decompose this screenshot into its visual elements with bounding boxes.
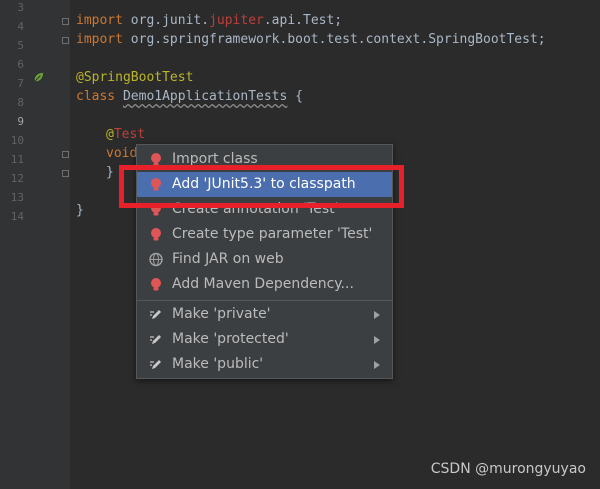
code-line[interactable]: } xyxy=(76,201,84,220)
code-text: } xyxy=(106,165,114,180)
line-number: 14 xyxy=(10,210,24,223)
line-number: 11 xyxy=(10,153,24,166)
class-name: Demo1ApplicationTests xyxy=(122,89,288,104)
menu-item-label: Make 'protected' xyxy=(172,331,289,347)
code-text: org.junit. xyxy=(122,13,210,28)
line-number: 7 xyxy=(17,77,24,90)
keyword: import xyxy=(76,32,123,47)
menu-item-label: Create type parameter 'Test' xyxy=(172,226,373,242)
highlight-box xyxy=(119,165,404,208)
menu-separator xyxy=(137,300,392,301)
menu-item-find-jar[interactable]: Find JAR on web xyxy=(137,247,392,272)
code-text: { xyxy=(287,89,303,104)
pencil-icon xyxy=(150,360,161,369)
code-line[interactable]: import org.junit.jupiter.api.Test; xyxy=(76,11,342,30)
annotation: @SpringBootTest xyxy=(76,70,194,85)
keyword: import xyxy=(76,13,123,28)
code-line[interactable]: import org.springframework.boot.test.con… xyxy=(76,30,546,49)
globe-icon xyxy=(149,252,163,267)
keyword: class xyxy=(76,89,116,104)
menu-item-label: Find JAR on web xyxy=(172,251,284,267)
menu-item-create-type-parameter[interactable]: Create type parameter 'Test' xyxy=(137,222,392,247)
pencil-icon xyxy=(150,310,161,319)
code-line[interactable]: @Test xyxy=(106,125,145,144)
unresolved-symbol: jupiter xyxy=(209,13,264,28)
menu-item-make-private[interactable]: Make 'private' xyxy=(137,302,392,327)
keyword: void xyxy=(106,146,138,161)
line-number: 4 xyxy=(17,20,24,33)
watermark: CSDN @murongyuyao xyxy=(430,461,586,477)
line-number: 12 xyxy=(10,172,24,185)
submenu-arrow-icon xyxy=(374,361,380,369)
editor-gutter: 3 4 5 6 7 8 9 10 11 12 13 14 xyxy=(0,0,70,489)
spring-bean-icon[interactable] xyxy=(33,72,44,83)
line-number: 5 xyxy=(17,39,24,52)
annotation-at: @ xyxy=(106,127,114,142)
fold-marker[interactable] xyxy=(62,18,69,25)
code-text: } xyxy=(76,203,84,218)
pencil-icon xyxy=(150,335,161,344)
menu-item-label: Add Maven Dependency... xyxy=(172,276,354,292)
menu-item-add-maven-dependency[interactable]: Add Maven Dependency... xyxy=(137,272,392,297)
line-number: 3 xyxy=(17,1,24,14)
menu-item-make-public[interactable]: Make 'public' xyxy=(137,352,392,377)
unresolved-symbol: Test xyxy=(113,127,146,142)
code-line[interactable]: void xyxy=(106,144,137,163)
fold-marker[interactable] xyxy=(62,151,69,158)
code-line[interactable]: @SpringBootTest xyxy=(76,68,193,87)
line-number: 9 xyxy=(17,115,24,128)
menu-item-make-protected[interactable]: Make 'protected' xyxy=(137,327,392,352)
fold-marker[interactable] xyxy=(62,37,69,44)
line-number: 6 xyxy=(17,58,24,71)
line-number: 13 xyxy=(10,191,24,204)
bulb-icon xyxy=(151,278,161,291)
menu-item-label: Make 'public' xyxy=(172,356,264,372)
code-text: .api.Test; xyxy=(263,13,343,28)
submenu-arrow-icon xyxy=(374,311,380,319)
code-line[interactable]: } xyxy=(106,163,114,182)
code-text: org.springframework.boot.test.context.Sp… xyxy=(122,32,546,47)
bulb-icon xyxy=(151,228,161,241)
line-number: 8 xyxy=(17,96,24,109)
menu-item-label: Make 'private' xyxy=(172,306,271,322)
fold-marker[interactable] xyxy=(62,170,69,177)
submenu-arrow-icon xyxy=(374,336,380,344)
code-line[interactable]: class Demo1ApplicationTests { xyxy=(76,87,303,106)
line-number: 10 xyxy=(10,134,24,147)
